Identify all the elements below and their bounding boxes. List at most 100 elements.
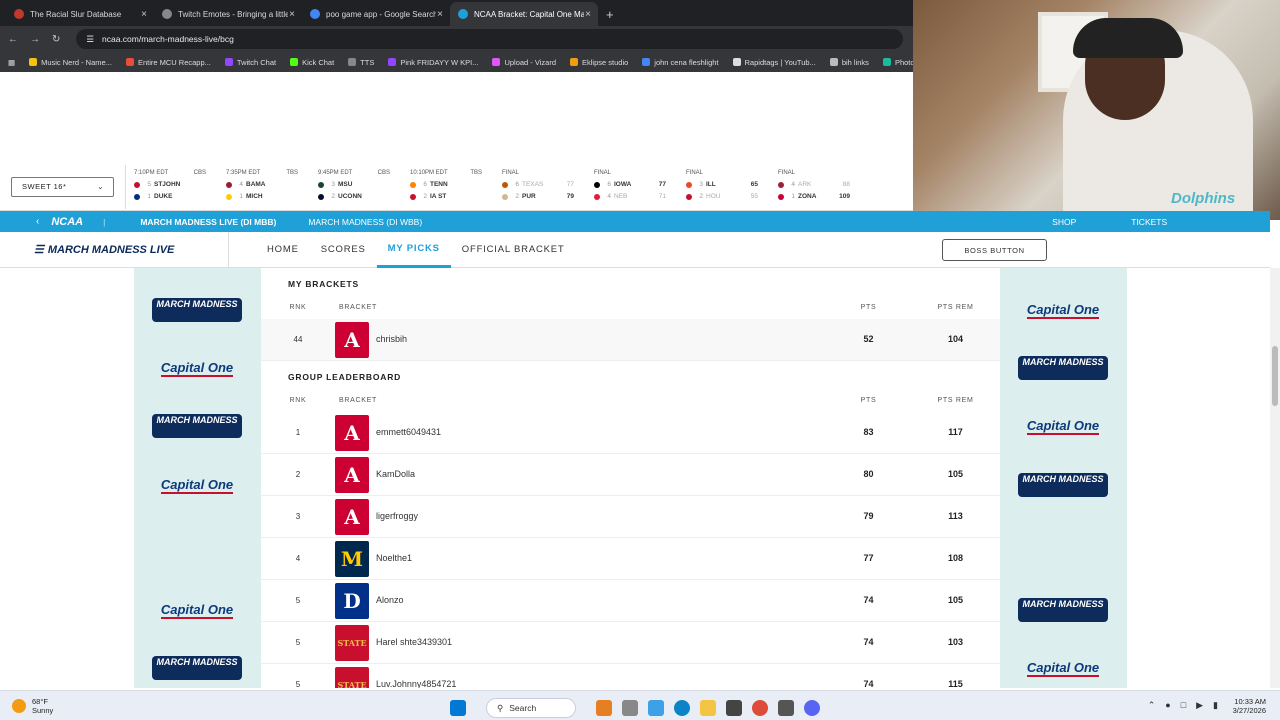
bookmark-item[interactable]: Pink FRIDAYY W KPI... (388, 58, 478, 67)
browser-tab[interactable]: Twitch Emotes - Bringing a little... × (154, 2, 302, 26)
game-card[interactable]: 10:10PM EDT TBS 6 TENN 2 IA ST (402, 167, 494, 207)
close-icon[interactable]: × (289, 9, 295, 20)
bracket-row[interactable]: 5 STATE Luv.Johnny4854721 74 115 (261, 664, 1000, 688)
march-madness-ad[interactable]: MARCH MADNESS (1018, 598, 1108, 622)
capital-one-ad[interactable]: Capital One (1018, 656, 1108, 680)
march-madness-ad[interactable]: MARCH MADNESS (152, 656, 242, 680)
boss-button[interactable]: BOSS BUTTON (942, 239, 1047, 261)
chevron-up-icon[interactable]: ⌃ (1148, 700, 1156, 711)
bookmark-item[interactable]: Twitch Chat (224, 58, 276, 67)
bracket-name[interactable]: Alonzo (376, 595, 404, 605)
bookmark-item[interactable]: Photopea (882, 58, 913, 67)
link-tickets[interactable]: TICKETS (1131, 217, 1167, 227)
capital-one-ad[interactable]: Capital One (152, 473, 242, 497)
capital-one-ad[interactable]: Capital One (152, 598, 242, 622)
round-selector[interactable]: SWEET 16* ⌄ (11, 176, 114, 197)
bracket-name[interactable]: Luv.Johnny4854721 (376, 679, 456, 688)
ncaa-logo[interactable]: NCAA (51, 216, 83, 228)
game-card[interactable]: 9:45PM EDT CBS 3 MSU 2 UCONN (310, 167, 402, 207)
game-card[interactable]: FINAL 6 TEXAS 77 2 PUR 79 (494, 167, 586, 207)
bookmark-item[interactable]: bih links (829, 58, 869, 67)
nav-item-home[interactable]: HOME (256, 232, 310, 268)
nav-item-official-bracket[interactable]: OFFICIAL BRACKET (451, 232, 576, 268)
bracket-row[interactable]: 5 D Alonzo 74 105 (261, 580, 1000, 622)
capital-one-ad[interactable]: Capital One (152, 356, 242, 380)
taskbar-search-label: Search (509, 703, 537, 713)
capital-one-ad[interactable]: Capital One (1018, 298, 1108, 322)
bookmark-item[interactable]: TTS (348, 58, 374, 67)
bracket-name[interactable]: chrisbih (376, 334, 407, 344)
edge-icon[interactable] (674, 700, 690, 716)
game-card[interactable]: FINAL 4 ARK 88 1 ZONA 109 (770, 167, 862, 207)
store-icon[interactable] (726, 700, 742, 716)
bookmark-item[interactable]: Eklipse studio (570, 58, 628, 67)
taskbar-search[interactable]: ⚲ Search (486, 698, 576, 718)
apps-icon[interactable]: ▦ (8, 58, 15, 67)
mml-logo[interactable]: ☰ MARCH MADNESS LIVE (34, 243, 228, 257)
march-madness-ad[interactable]: MARCH MADNESS (152, 414, 242, 438)
link-mml-mbb[interactable]: MARCH MADNESS LIVE (DI MBB) (140, 217, 276, 227)
game-team-row: 3 MSU (318, 179, 402, 191)
close-icon[interactable]: × (141, 9, 147, 20)
game-card[interactable]: 7:35PM EDT TBS 4 BAMA 1 MICH (218, 167, 310, 207)
game-card[interactable]: FINAL 6 IOWA 77 4 NEB 71 (586, 167, 678, 207)
bracket-row[interactable]: 44 Achrisbih 52 104 (261, 319, 1000, 361)
chrome-icon[interactable] (752, 700, 768, 716)
back-icon[interactable]: ← (8, 34, 18, 45)
bracket-name[interactable]: Harel shte3439301 (376, 637, 452, 647)
forward-icon[interactable]: → (30, 34, 40, 45)
bracket-row[interactable]: 3 Aligerfroggy 79 113 (261, 496, 1000, 538)
task-view-icon[interactable] (622, 700, 638, 716)
col-bracket: BRACKET (339, 397, 377, 404)
discord-icon[interactable] (804, 700, 820, 716)
battery-icon[interactable]: ▮ (1213, 700, 1218, 711)
nav-item-my-picks[interactable]: MY PICKS (376, 232, 451, 268)
browser-tab[interactable]: NCAA Bracket: Capital One Ma... × (450, 2, 598, 26)
close-icon[interactable]: × (437, 9, 443, 20)
windows-start-icon[interactable] (450, 700, 466, 716)
volume-icon[interactable]: ▶ (1196, 700, 1203, 711)
divider: | (103, 216, 106, 227)
bracket-row[interactable]: 5 STATE Harel shte3439301 74 103 (261, 622, 1000, 664)
link-mm-wbb[interactable]: MARCH MADNESS (DI WBB) (308, 217, 422, 227)
url-field[interactable]: ☰ ncaa.com/march-madness-live/bcg (76, 29, 903, 49)
weather-widget[interactable]: 68°F Sunny (12, 697, 53, 715)
bracket-row[interactable]: 1 Aemmett6049431 83 117 (261, 412, 1000, 454)
game-card[interactable]: 7:10PM EDT CBS 5 STJOHN 1 DUKE (126, 167, 218, 207)
browser-tab[interactable]: The Racial Slur Database × (6, 2, 154, 26)
march-madness-ad[interactable]: MARCH MADNESS (152, 298, 242, 322)
new-tab-icon[interactable]: + (598, 2, 622, 26)
clock[interactable]: 10:33 AM 3/27/2026 (1233, 697, 1266, 715)
nav-item-scores[interactable]: SCORES (310, 232, 377, 268)
settings-icon[interactable] (778, 700, 794, 716)
reload-icon[interactable]: ↻ (52, 34, 60, 45)
bookmark-item[interactable]: Rapidtags | YouTub... (732, 58, 816, 67)
bracket-name[interactable]: ligerfroggy (376, 511, 418, 521)
microphone-icon[interactable]: ● (1165, 700, 1170, 711)
bracket-name[interactable]: Noelthe1 (376, 553, 412, 563)
march-madness-ad[interactable]: MARCH MADNESS (1018, 473, 1108, 497)
bookmark-item[interactable]: Entire MCU Recapp... (125, 58, 211, 67)
bookmark-item[interactable]: john cena fleshlight (642, 58, 719, 67)
bookmark-item[interactable]: Kick Chat (290, 58, 334, 67)
close-icon[interactable]: × (585, 9, 591, 20)
bookmark-item[interactable]: Upload - Vizard (492, 58, 556, 67)
capital-one-ad[interactable]: Capital One (1018, 414, 1108, 438)
link-shop[interactable]: SHOP (1052, 217, 1076, 227)
bookmark-item[interactable]: Music Nerd - Name... (29, 58, 112, 67)
chevron-left-icon[interactable]: ‹ (36, 216, 39, 227)
site-info-icon[interactable]: ☰ (86, 34, 94, 45)
game-card[interactable]: FINAL 3 ILL 65 2 HOU 55 (678, 167, 770, 207)
bracket-row[interactable]: 2 A KamDolla 80 105 (261, 454, 1000, 496)
scrollbar-thumb[interactable] (1272, 346, 1278, 406)
browser-tab[interactable]: poo game app - Google Search × (302, 2, 450, 26)
bracket-row[interactable]: 4 M Noelthe1 77 108 (261, 538, 1000, 580)
march-madness-ad[interactable]: MARCH MADNESS (1018, 356, 1108, 380)
copilot-icon[interactable] (648, 700, 664, 716)
page-scrollbar[interactable] (1270, 268, 1280, 688)
bracket-name[interactable]: emmett6049431 (376, 427, 441, 437)
network-icon[interactable]: □ (1181, 700, 1186, 711)
bracket-name[interactable]: KamDolla (376, 469, 415, 479)
file-explorer-icon[interactable] (700, 700, 716, 716)
widgets-icon[interactable] (596, 700, 612, 716)
